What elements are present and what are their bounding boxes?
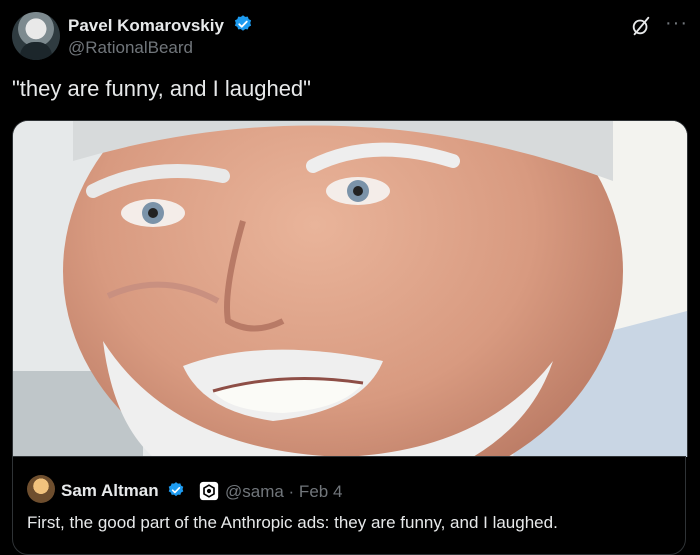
meme-photo-illustration: [13, 121, 687, 457]
avatar-suit: [20, 42, 52, 60]
post-author-handle[interactable]: @RationalBeard: [68, 38, 193, 58]
more-icon[interactable]: ···: [665, 12, 688, 35]
post-author-name-row[interactable]: Pavel Komarovskiy: [68, 14, 253, 36]
quoted-meta[interactable]: @sama · Feb 4: [225, 482, 342, 502]
post-author-name[interactable]: Pavel Komarovskiy: [68, 16, 224, 35]
openai-logo-icon: [199, 481, 219, 501]
quoted-author-avatar[interactable]: [27, 475, 55, 503]
quoted-post[interactable]: Sam Altman @sama · Feb 4 First, the good…: [12, 456, 686, 555]
quoted-author-name-row[interactable]: Sam Altman: [61, 481, 185, 501]
post-text: "they are funny, and I laughed": [12, 76, 311, 101]
quoted-author-name[interactable]: Sam Altman: [61, 481, 159, 500]
post-author-avatar[interactable]: [12, 12, 60, 60]
grok-icon[interactable]: [630, 15, 652, 37]
verified-badge-icon: [234, 15, 251, 31]
quoted-text: First, the good part of the Anthropic ad…: [27, 513, 558, 532]
verified-badge-icon: [169, 482, 184, 497]
post-image[interactable]: [12, 120, 688, 457]
